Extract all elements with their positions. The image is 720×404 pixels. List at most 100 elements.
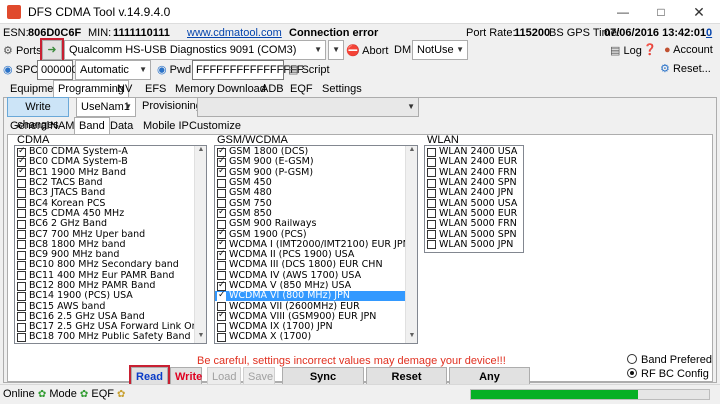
checkbox[interactable] (217, 240, 226, 250)
band-list-item[interactable]: BC17 2.5 GHz USA Forward Link Only Band (15, 322, 206, 332)
dm-select[interactable]: NotUse ▼ (412, 40, 468, 60)
account-button[interactable]: ● Account (664, 44, 713, 56)
band-list-item[interactable]: WCDMA II (PCS 1900) USA (215, 250, 417, 260)
checkbox[interactable] (17, 219, 26, 229)
checkbox[interactable] (427, 178, 436, 188)
minimize-icon[interactable]: — (604, 0, 642, 24)
band-list-item[interactable]: GSM 850 (215, 209, 417, 219)
band-list-item[interactable]: WLAN 5000 JPN (425, 240, 523, 250)
write-changes-button[interactable]: Write changes (7, 97, 69, 131)
tab-efs[interactable]: EFS (140, 80, 171, 97)
checkbox[interactable] (217, 271, 226, 281)
checkbox[interactable] (17, 199, 26, 209)
band-list-item[interactable]: WLAN 2400 EUR (425, 157, 523, 167)
checkbox[interactable] (217, 332, 226, 342)
tab-nv[interactable]: NV (112, 80, 137, 97)
checkbox[interactable] (17, 271, 26, 281)
checkbox[interactable] (217, 178, 226, 188)
pwd-input[interactable]: FFFFFFFFFFFFFFFF (192, 60, 304, 80)
band-list-item[interactable]: BC0 CDMA System-A (15, 147, 206, 157)
checkbox[interactable] (17, 312, 26, 322)
scroll-up-icon[interactable]: ▲ (195, 146, 206, 157)
band-list-item[interactable]: BC10 800 MHz Secondary band (15, 260, 206, 270)
band-list-item[interactable]: GSM 450 (215, 178, 417, 188)
band-list-item[interactable]: BC12 800 MHz PAMR Band (15, 281, 206, 291)
checkbox[interactable] (17, 250, 26, 260)
checkbox[interactable] (217, 312, 226, 322)
band-list-item[interactable]: WCDMA VIII (GSM900) EUR JPN (215, 312, 417, 322)
band-list-item[interactable]: GSM 1900 (PCS) (215, 229, 417, 240)
help-icon[interactable]: ❓ (643, 43, 657, 56)
scroll-down-icon[interactable]: ▼ (195, 332, 206, 343)
checkbox[interactable] (427, 219, 436, 229)
gsm-band-list[interactable]: GSM 1800 (DCS)GSM 900 (E-GSM)GSM 900 (P-… (214, 145, 418, 344)
band-list-item[interactable]: WCDMA X (1700) (215, 332, 417, 342)
tab-customize[interactable]: Customize (184, 117, 246, 134)
pwd-button[interactable]: ◉ Pwd (157, 63, 191, 76)
band-list-item[interactable]: WLAN 5000 EUR (425, 209, 523, 219)
checkbox[interactable] (17, 291, 26, 301)
connect-button[interactable]: ➜ (40, 38, 64, 62)
checkbox[interactable] (17, 147, 26, 157)
band-list-item[interactable]: WLAN 5000 SPN (425, 229, 523, 240)
scroll-up-icon[interactable]: ▲ (406, 146, 417, 157)
band-list-item[interactable]: WLAN 2400 JPN (425, 188, 523, 198)
reset-button[interactable]: ⚙ Reset... (660, 62, 711, 75)
checkbox[interactable] (427, 230, 436, 240)
log-button[interactable]: ▤ Log (610, 44, 642, 57)
checkbox[interactable] (217, 199, 226, 209)
checkbox[interactable] (217, 157, 226, 167)
band-list-item[interactable]: GSM 480 (215, 188, 417, 198)
checkbox[interactable] (17, 322, 26, 332)
band-list-item[interactable]: GSM 1800 (DCS) (215, 147, 417, 157)
checkbox[interactable] (17, 302, 26, 312)
checkbox[interactable] (217, 250, 226, 260)
tab-settings[interactable]: Settings (317, 80, 367, 97)
site-link[interactable]: www.cdmatool.com (187, 27, 282, 39)
checkbox[interactable] (217, 302, 226, 312)
band-list-item[interactable]: BC4 Korean PCS (15, 198, 206, 209)
band-list-item[interactable]: WCDMA IV (AWS 1700) USA (215, 271, 417, 281)
tab-eqf[interactable]: EQF (285, 80, 318, 97)
checkbox[interactable] (17, 188, 26, 198)
band-list-item[interactable]: WCDMA I (IMT2000/IMT2100) EUR JPN CHN (215, 240, 417, 250)
band-list-item[interactable]: BC2 TACS Band (15, 178, 206, 188)
wlan-band-list[interactable]: WLAN 2400 USA WLAN 2400 EUR WLAN 2400 FRN W… (424, 145, 524, 253)
band-list-item[interactable]: WLAN 2400 USA (425, 147, 523, 157)
band-list-item[interactable]: WCDMA III (DCS 1800) EUR CHN (215, 260, 417, 270)
band-list-item[interactable]: WCDMA VI (800 MHz) JPN (215, 291, 417, 302)
band-list-item[interactable]: WLAN 5000 USA (425, 198, 523, 209)
spc-input[interactable]: 000000 (37, 60, 78, 80)
band-prefered-radio[interactable]: Band Prefered (627, 354, 712, 366)
checkbox[interactable] (17, 281, 26, 291)
band-list-item[interactable]: GSM 900 (P-GSM) (215, 168, 417, 178)
spc-mode-select[interactable]: Automatic ▼ (75, 60, 151, 80)
band-list-item[interactable]: BC16 2.5 GHz USA Band (15, 312, 206, 322)
band-list-item[interactable]: BC15 AWS band (15, 301, 206, 312)
band-list-item[interactable]: BC3 JTACS Band (15, 188, 206, 198)
tab-data[interactable]: Data (105, 117, 138, 134)
maximize-icon[interactable]: □ (642, 0, 680, 24)
cdma-band-list[interactable]: BC0 CDMA System-ABC0 CDMA System-BBC1 19… (14, 145, 207, 344)
script-button[interactable]: ▤ Script (288, 63, 330, 76)
checkbox[interactable] (17, 168, 26, 178)
tab-adb[interactable]: ADB (256, 80, 289, 97)
checkbox[interactable] (217, 209, 226, 219)
band-list-item[interactable]: BC6 2 GHz Band (15, 219, 206, 229)
checkbox[interactable] (17, 260, 26, 270)
band-list-item[interactable]: BC9 900 MHz band (15, 250, 206, 260)
port-extra-select[interactable]: ▼ (328, 40, 344, 60)
checkbox[interactable] (217, 260, 226, 270)
checkbox[interactable] (17, 157, 26, 167)
checkbox[interactable] (427, 147, 436, 157)
close-icon[interactable]: ✕ (680, 0, 718, 24)
checkbox[interactable] (217, 281, 226, 291)
ports-button[interactable]: ⚙ Ports (3, 44, 42, 57)
band-list-item[interactable]: BC5 CDMA 450 MHz (15, 209, 206, 219)
band-list-item[interactable]: BC7 700 MHz Uper band (15, 229, 206, 240)
band-list-item[interactable]: BC0 CDMA System-B (15, 157, 206, 167)
checkbox[interactable] (17, 230, 26, 240)
band-list-item[interactable]: BC8 1800 MHz band (15, 240, 206, 250)
count-link[interactable]: 0 (706, 27, 712, 39)
gsm-scrollbar[interactable]: ▲ ▼ (405, 146, 417, 343)
